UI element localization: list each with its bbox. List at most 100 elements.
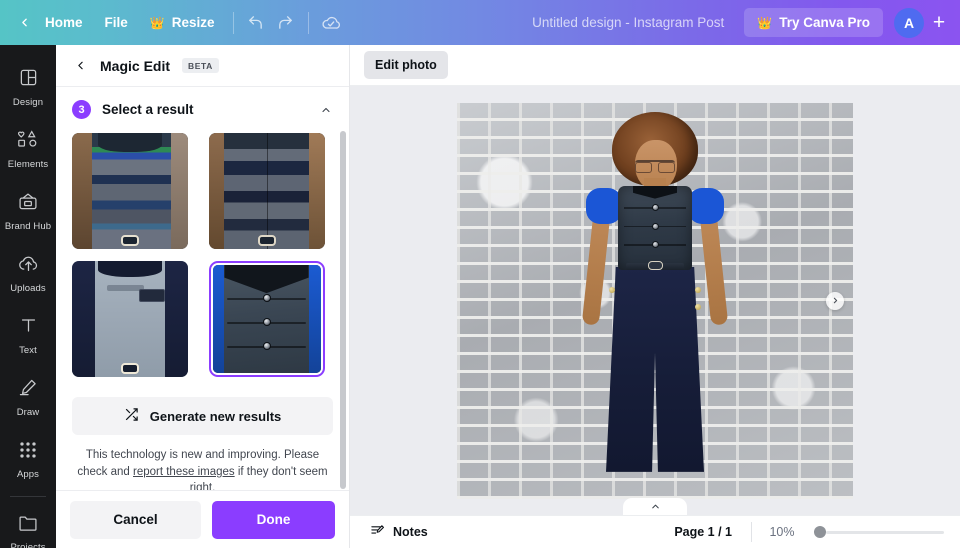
resize-button[interactable]: 👑 Resize <box>139 9 226 36</box>
notes-button[interactable]: Notes <box>364 518 434 546</box>
sidebar-item-label: Projects <box>10 541 46 548</box>
vest-notch <box>633 185 677 199</box>
panel-scrollbar[interactable] <box>340 131 346 489</box>
cancel-button[interactable]: Cancel <box>70 500 201 539</box>
next-result-icon[interactable] <box>826 291 844 310</box>
sidebar-item-design[interactable]: Design <box>0 57 56 119</box>
beta-badge: BETA <box>182 58 219 73</box>
results-grid <box>56 129 349 377</box>
add-collaborator-icon[interactable]: + <box>926 8 952 38</box>
sidebar-item-apps[interactable]: Apps <box>0 429 56 491</box>
edit-photo-button[interactable]: Edit photo <box>364 51 448 79</box>
canva-editor: Home File 👑 Resize Untitled design - Ins… <box>0 0 960 548</box>
panel-scroll-area: 3 Select a result Generate new results T… <box>56 87 349 490</box>
collapse-panel-handle[interactable] <box>623 498 687 515</box>
cloud-saved-icon[interactable] <box>316 8 346 38</box>
result-image-3 <box>72 261 188 377</box>
page-indicator[interactable]: Page 1 / 1 <box>666 520 740 544</box>
result-image-4 <box>212 265 321 373</box>
belt-buckle <box>647 260 663 270</box>
sleeve-right <box>688 187 725 224</box>
trousers <box>606 266 704 472</box>
panel-back-icon[interactable] <box>72 58 88 74</box>
generate-section: Generate new results <box>56 377 349 435</box>
result-image-1 <box>72 133 188 249</box>
canvas-area[interactable] <box>350 86 960 515</box>
home-button[interactable]: Home <box>34 9 94 36</box>
zoom-slider[interactable] <box>814 526 944 538</box>
select-result-section-header[interactable]: 3 Select a result <box>56 87 349 129</box>
notes-icon <box>370 523 385 541</box>
pro-label: Try Canva Pro <box>779 15 870 30</box>
done-button[interactable]: Done <box>212 500 335 539</box>
sidebar-item-projects[interactable]: Projects <box>0 502 56 548</box>
avatar-initial: A <box>903 14 915 31</box>
redo-button[interactable] <box>271 8 301 38</box>
home-label: Home <box>45 15 83 30</box>
generate-new-results-button[interactable]: Generate new results <box>72 397 333 435</box>
zoom-percent-label[interactable]: 10% <box>763 525 801 539</box>
zoom-slider-track[interactable] <box>826 530 944 534</box>
shuffle-icon <box>124 407 139 425</box>
result-thumbnail-3[interactable] <box>72 261 188 377</box>
avatar[interactable]: A <box>894 7 924 38</box>
elements-icon <box>17 130 39 154</box>
rail-divider <box>10 496 46 497</box>
design-title[interactable]: Untitled design - Instagram Post <box>522 9 734 36</box>
try-canva-pro-button[interactable]: 👑 Try Canva Pro <box>744 8 883 37</box>
result-thumbnail-2[interactable] <box>208 133 325 249</box>
status-bar: Notes Page 1 / 1 10% <box>350 515 960 548</box>
brand-hub-icon <box>18 192 38 216</box>
sidebar-item-brand-hub[interactable]: Brand Hub <box>0 181 56 243</box>
sidebar-item-elements[interactable]: Elements <box>0 119 56 181</box>
main-area: Edit photo Notes Page 1 / 1 10% <box>350 45 960 548</box>
result-thumbnail-1[interactable] <box>72 133 188 249</box>
crown-icon: 👑 <box>757 15 773 30</box>
back-icon[interactable] <box>14 13 34 33</box>
text-icon <box>19 316 38 340</box>
sidebar-item-draw[interactable]: Draw <box>0 367 56 429</box>
zoom-slider-knob[interactable] <box>814 526 826 538</box>
left-rail: Design Elements Brand Hub Uploads Text D… <box>0 45 56 548</box>
divider <box>232 11 234 34</box>
resize-label: Resize <box>171 15 215 30</box>
sidebar-item-uploads[interactable]: Uploads <box>0 243 56 305</box>
pocket-button-right-lower <box>694 304 701 311</box>
apps-icon <box>19 441 37 464</box>
design-icon <box>19 68 38 92</box>
top-bar: Home File 👑 Resize Untitled design - Ins… <box>0 0 960 45</box>
divider <box>751 522 752 542</box>
vest-garment <box>618 185 692 270</box>
sidebar-item-label: Elements <box>7 159 49 170</box>
sidebar-item-label: Brand Hub <box>4 221 52 232</box>
pocket-button-right <box>694 286 701 293</box>
sidebar-item-label: Text <box>19 345 37 356</box>
divider <box>307 11 309 34</box>
sidebar-item-text[interactable]: Text <box>0 305 56 367</box>
section-title: Select a result <box>102 102 194 117</box>
step-badge: 3 <box>72 100 91 119</box>
draw-icon <box>18 378 38 402</box>
panel-header: Magic Edit BETA <box>56 45 349 87</box>
crown-icon: 👑 <box>149 15 165 30</box>
sidebar-item-label: Apps <box>16 468 40 480</box>
glasses <box>635 159 675 173</box>
result-thumbnail-4[interactable] <box>208 261 325 377</box>
sidebar-item-label: Design <box>12 97 44 108</box>
design-page[interactable] <box>457 102 853 499</box>
context-toolbar: Edit photo <box>350 45 960 86</box>
chevron-up-icon[interactable] <box>319 103 333 117</box>
panel-footer: Cancel Done <box>56 490 349 548</box>
editor-body: Design Elements Brand Hub Uploads Text D… <box>0 45 960 548</box>
report-images-link[interactable]: report these images <box>133 466 235 478</box>
magic-edit-panel: Magic Edit BETA 3 Select a result Genera… <box>56 45 350 548</box>
panel-title: Magic Edit <box>100 57 171 74</box>
disclaimer-text: This technology is new and improving. Pl… <box>56 435 349 490</box>
file-label: File <box>104 15 128 30</box>
result-image-2 <box>208 133 325 249</box>
undo-button[interactable] <box>241 8 271 38</box>
generate-label: Generate new results <box>149 408 282 424</box>
notes-label: Notes <box>393 525 428 539</box>
uploads-icon <box>18 254 39 278</box>
file-menu-button[interactable]: File <box>94 9 139 36</box>
